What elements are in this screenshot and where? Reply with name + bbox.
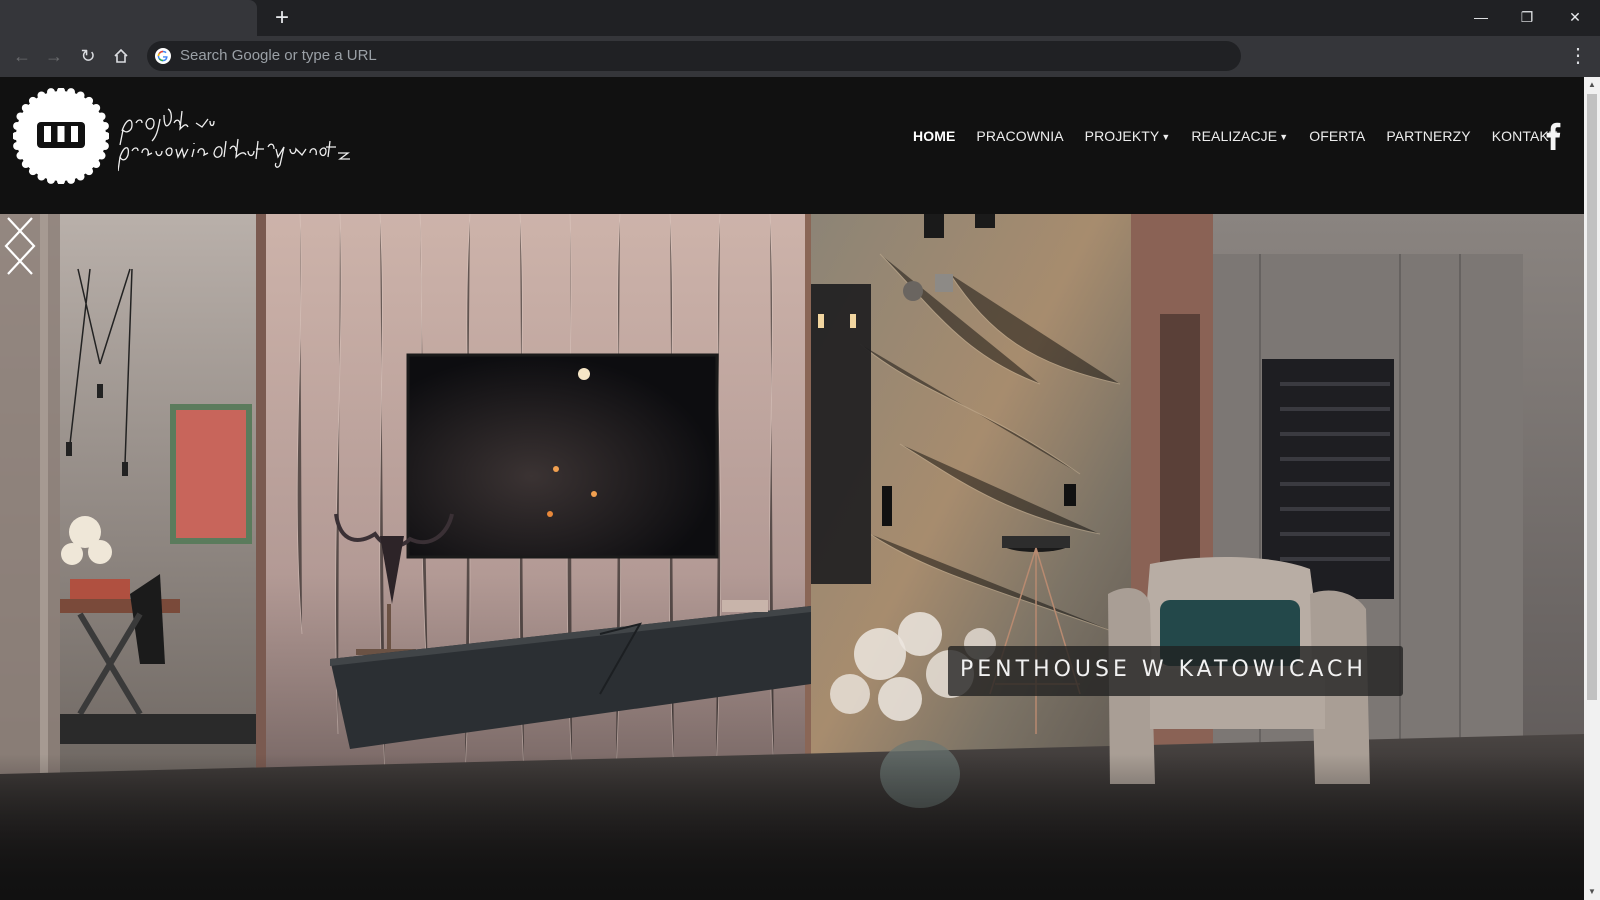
slide-caption-text: PENTHOUSE W KATOWICACH [960, 657, 1367, 682]
scrollbar-thumb[interactable] [1587, 94, 1597, 700]
browser-menu-icon[interactable]: ⋮ [1564, 42, 1592, 70]
nav-realizacje[interactable]: REALIZACJE ▼ [1191, 128, 1288, 144]
browser-tab[interactable] [0, 0, 257, 36]
address-placeholder: Search Google or type a URL [180, 47, 377, 64]
nav-partnerzy[interactable]: PARTNERZY [1386, 128, 1470, 144]
hero-slide-image [0, 214, 1584, 900]
nav-label: OFERTA [1309, 128, 1366, 144]
page-scrollbar[interactable]: ▲ ▼ [1584, 77, 1600, 900]
forward-arrow-icon[interactable]: → [40, 42, 68, 70]
site-header: HOME PRACOWNIA PROJEKTY ▼ REALIZACJE ▼ OFE… [0, 77, 1584, 214]
reload-icon[interactable]: ↻ [74, 42, 102, 70]
caret-down-icon: ▼ [1279, 132, 1289, 142]
web-page: HOME PRACOWNIA PROJEKTY ▼ REALIZACJE ▼ OFE… [0, 77, 1584, 900]
logo-script-text [118, 108, 350, 172]
nav-oferta[interactable]: OFERTA [1309, 128, 1365, 144]
home-icon[interactable] [107, 42, 135, 70]
scroll-down-arrow-icon[interactable]: ▼ [1584, 884, 1600, 900]
slide-caption[interactable]: PENTHOUSE W KATOWICACH [948, 646, 1403, 696]
nav-pracownia[interactable]: PRACOWNIA [976, 128, 1063, 144]
nav-label: PARTNERZY [1386, 128, 1471, 144]
back-arrow-icon[interactable]: ← [8, 42, 36, 70]
nav-home[interactable]: HOME [913, 128, 955, 144]
close-window-button[interactable]: ✕ [1552, 0, 1598, 36]
restore-button[interactable]: ❐ [1504, 0, 1550, 36]
scroll-up-arrow-icon[interactable]: ▲ [1584, 77, 1600, 93]
browser-tab-strip: + — ❐ ✕ [0, 0, 1600, 36]
hero-slider [0, 214, 1584, 900]
nav-projekty[interactable]: PROJEKTY ▼ [1085, 128, 1171, 144]
facebook-icon[interactable] [1545, 122, 1561, 150]
nav-label: REALIZACJE [1191, 128, 1278, 144]
new-tab-button[interactable]: + [268, 4, 296, 32]
caret-down-icon: ▼ [1161, 132, 1171, 142]
nav-label: PRACOWNIA [976, 128, 1064, 144]
main-nav: HOME PRACOWNIA PROJEKTY ▼ REALIZACJE ▼ OFE… [913, 128, 1579, 144]
minimize-button[interactable]: — [1458, 0, 1504, 36]
site-logo[interactable] [13, 88, 109, 184]
nav-label: PROJEKTY [1084, 128, 1160, 144]
nav-label: HOME [913, 128, 956, 144]
google-icon [155, 48, 171, 64]
chevron-right-icon[interactable] [0, 214, 40, 278]
address-bar[interactable]: Search Google or type a URL [147, 41, 1241, 71]
browser-toolbar: ← → ↻ Search Google or type a URL ⋮ [0, 36, 1600, 77]
